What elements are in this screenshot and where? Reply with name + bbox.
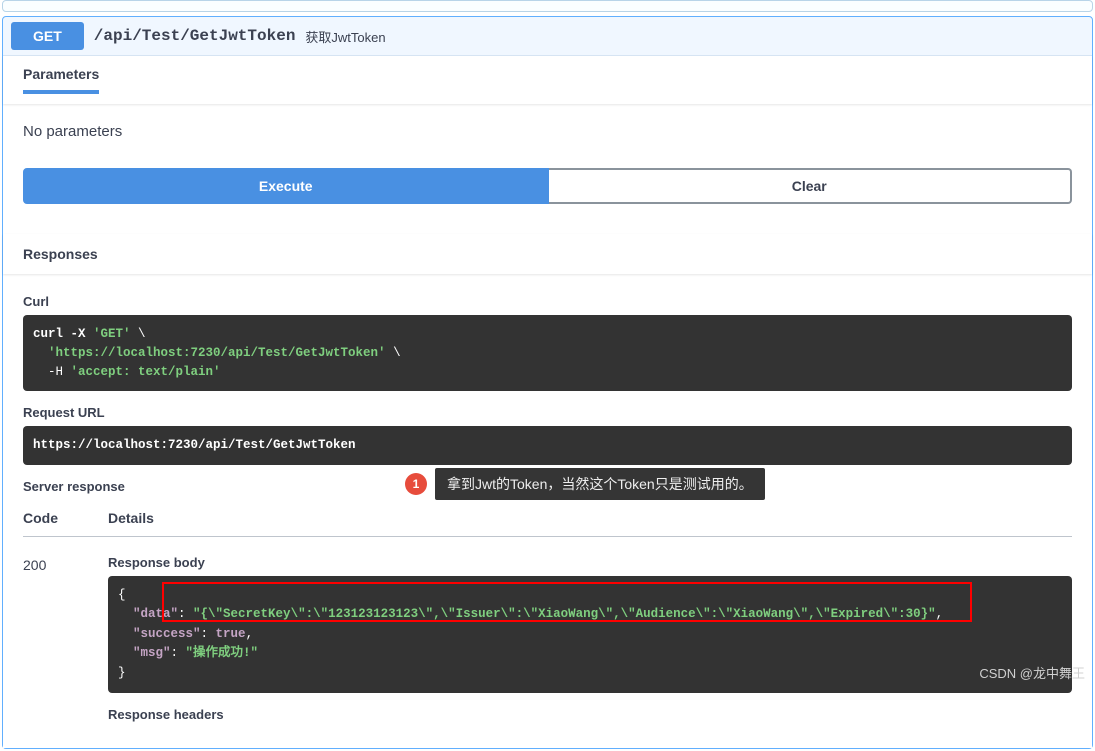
responses-header: Responses	[3, 234, 1092, 274]
responses-body: Curl curl -X 'GET' \ 'https://localhost:…	[3, 274, 1092, 748]
col-code: Code	[23, 510, 108, 526]
watermark: CSDN @龙中舞王	[979, 663, 1085, 682]
annotation: 1 拿到Jwt的Token，当然这个Token只是测试用的。	[405, 468, 765, 500]
button-row: Execute Clear	[3, 168, 1092, 234]
clear-button[interactable]: Clear	[549, 168, 1073, 204]
tab-parameters[interactable]: Parameters	[23, 66, 99, 94]
response-body-label: Response body	[108, 555, 1072, 570]
response-row: 200 Response body { "data": "{\"SecretKe…	[23, 555, 1072, 728]
response-table-header: Code Details	[23, 500, 1072, 537]
operation-summary[interactable]: GET /api/Test/GetJwtToken 获取JwtToken	[3, 17, 1092, 55]
endpoint-path: /api/Test/GetJwtToken	[94, 27, 296, 45]
response-headers-label: Response headers	[108, 707, 1072, 722]
request-url-value[interactable]: https://localhost:7230/api/Test/GetJwtTo…	[23, 426, 1072, 465]
response-details: Response body { "data": "{\"SecretKey\":…	[108, 555, 1072, 728]
response-code: 200	[23, 555, 108, 728]
method-badge: GET	[11, 22, 84, 50]
top-collapsed-block[interactable]	[2, 0, 1093, 12]
annotation-number: 1	[405, 473, 427, 495]
operation-body: Parameters No parameters Execute Clear R…	[3, 55, 1092, 748]
no-parameters-text: No parameters	[3, 105, 1092, 168]
parameters-header: Parameters	[3, 56, 1092, 104]
execute-button[interactable]: Execute	[23, 168, 549, 204]
curl-label: Curl	[23, 294, 1072, 309]
col-details: Details	[108, 510, 1072, 526]
request-url-label: Request URL	[23, 405, 1072, 420]
operation-block: GET /api/Test/GetJwtToken 获取JwtToken Par…	[2, 16, 1093, 749]
curl-code[interactable]: curl -X 'GET' \ 'https://localhost:7230/…	[23, 315, 1072, 391]
endpoint-summary: 获取JwtToken	[305, 27, 385, 46]
annotation-text: 拿到Jwt的Token，当然这个Token只是测试用的。	[435, 468, 765, 500]
response-body-json[interactable]: { "data": "{\"SecretKey\":\"123123123123…	[108, 576, 1072, 693]
